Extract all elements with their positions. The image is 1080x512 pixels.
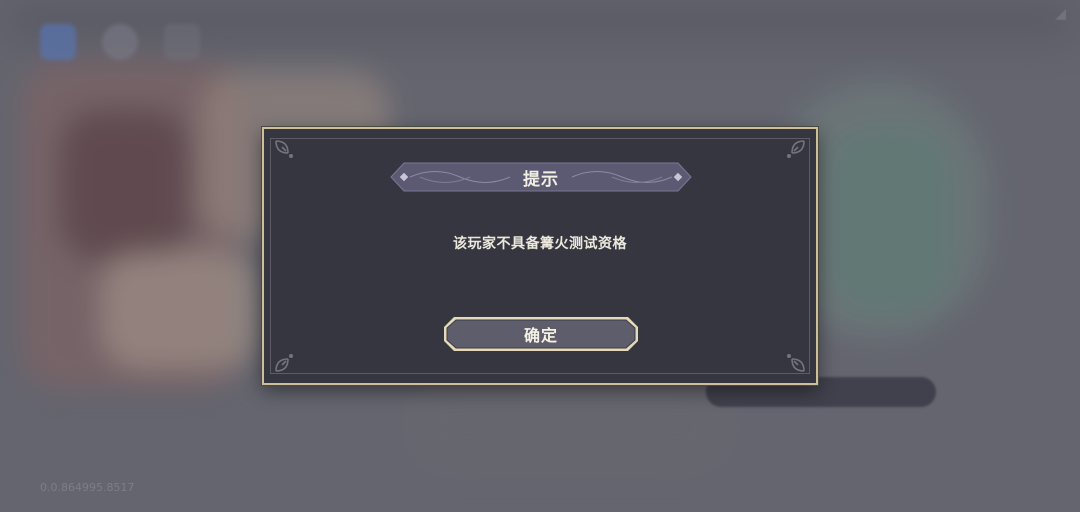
dialog-message: 该玩家不具备篝火测试资格 xyxy=(453,236,627,252)
dialog-title-banner: 提示 xyxy=(390,162,692,192)
alert-dialog: 提示 该玩家不具备篝火测试资格 确定 xyxy=(262,127,818,385)
corner-ornament-icon xyxy=(787,354,805,372)
confirm-button-label: 确定 xyxy=(523,326,558,345)
corner-ornament-icon xyxy=(787,140,805,158)
dialog-title: 提示 xyxy=(523,169,559,190)
corner-ornament-icon xyxy=(275,140,293,158)
confirm-button[interactable]: 确定 xyxy=(442,315,640,353)
corner-ornament-icon xyxy=(275,354,293,372)
